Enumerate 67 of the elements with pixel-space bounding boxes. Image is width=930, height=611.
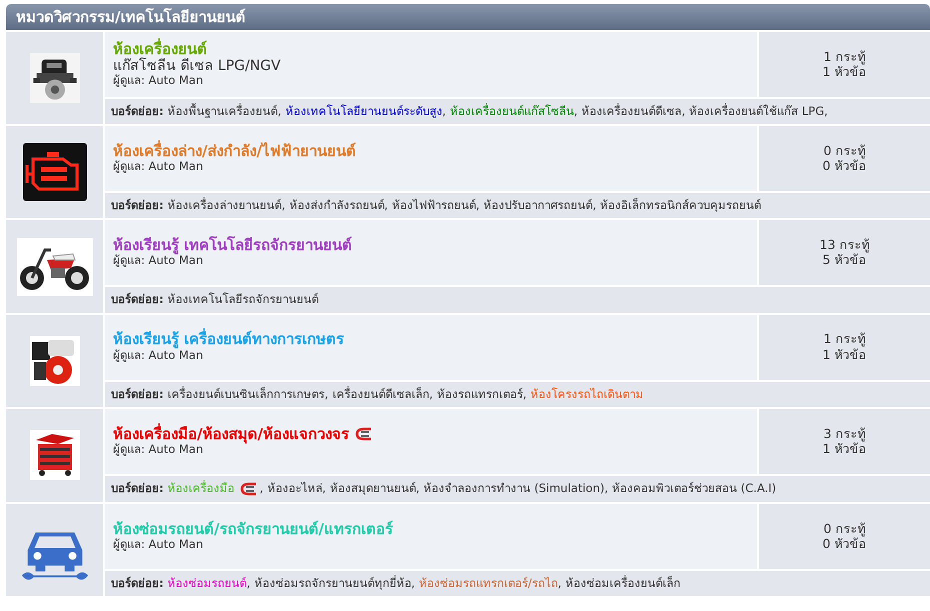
subforum-link[interactable]: ห้องเทคโนโลยีรถจักรยานยนต์ [168,293,319,307]
subforum-label: บอร์ดย่อย: [111,105,164,118]
category-header: หมวดวิศวกรรม/เทคโนโลยียานยนต์ [6,4,930,30]
forum-description: แก๊สโซลีน ดีเซล LPG/NGV [113,58,282,74]
comma: , [476,199,480,212]
topic-count: 0 หัวข้อ [822,536,866,552]
moderator-label: ผู้ดูแล: Auto Man [113,160,204,174]
topic-count: 1 หัวข้อ [822,348,866,362]
topic-count: 5 หัวข้อ [822,253,866,268]
post-count: 3 กระทู้ [824,426,866,441]
subforum-label: บอร์ดย่อย: [111,199,164,212]
subforum-link[interactable]: ห้องเทคโนโลยียานยนต์ระดับสูง [285,105,442,118]
post-count: 0 กระทู้ [824,144,866,158]
subforum-label: บอร์ดย่อย: [111,482,164,496]
comma: , [322,482,326,496]
topic-count: 1 หัวข้อ [822,65,866,80]
forum-title[interactable]: ห้องเครื่องมือ/ห้องสมุด/ห้องแจกวงจร [113,426,349,443]
subforum-link[interactable]: ห้องเครื่องล่างยานยนต์ [168,199,282,212]
subforum-link[interactable]: ห้องอะไหล่ [267,482,322,496]
topic-count: 0 หัวข้อ [822,159,866,174]
subforum-link[interactable]: ห้องซ่อมรถจักรยานยนต์ทุกยี่ห้อ [254,576,412,590]
comma: , [558,576,562,590]
comma: , [246,576,250,590]
comma: , [416,482,420,496]
subforum-link[interactable]: ห้องเครื่องยนต์แก๊สโซลีน [450,105,574,118]
forum-title[interactable]: ห้องเรียนรู้ เทคโนโลยีรถจักรยานยนต์ [113,237,352,254]
post-count: 13 กระทู้ [820,238,870,252]
subforum-link[interactable]: ห้องสมุดยานยนต์ [330,482,416,496]
clip-icon [354,427,373,442]
comma: , [574,105,578,118]
subforum-link[interactable]: ห้องเครื่องยนต์ใช้แก๊ส LPG, [689,105,828,118]
subforum-link[interactable]: ห้องไฟฟ้ารถยนต์ [392,199,476,212]
subforum-label: บอร์ดย่อย: [111,293,164,307]
comma: , [278,105,282,118]
topic-count: 1 หัวข้อ [822,442,866,456]
subforum-link[interactable]: ห้องส่งกำลังรถยนต์ [289,199,384,212]
moderator-label: ผู้ดูแล: Auto Man [113,348,204,362]
moderator-label: ผู้ดูแล: Auto Man [113,254,204,268]
comma: , [604,482,608,496]
comma: , [592,199,596,212]
comma: , [411,576,415,590]
comma: , [324,388,328,401]
moderator-label: ผู้ดูแล: Auto Man [113,538,204,552]
subforum-link[interactable]: ห้องเครื่องยนต์ดีเซล [582,105,682,118]
comma: , [282,199,286,212]
subforum-link[interactable]: ห้องปรับอากาศรถยนต์ [484,199,593,212]
post-count: 1 กระทู้ [824,332,866,347]
comma: , [260,482,264,496]
post-count: 0 กระทู้ [824,522,866,536]
comma: , [384,199,388,212]
subforum-link[interactable]: เครื่องยนต์ดีเซลเล็ก [332,388,430,401]
comma: , [442,105,446,118]
subforum-link[interactable]: ห้องอิเล็กทรอนิกส์ควบคุมรถยนต์ [600,199,762,212]
comma: , [682,105,686,118]
subforum-link[interactable]: ห้องรถแทรกเตอร์ [436,388,523,401]
moderator-label: ผู้ดูแล: Auto Man [113,74,204,88]
comma: , [522,388,527,401]
moderator-label: ผู้ดูแล: Auto Man [113,442,204,456]
subforum-label: บอร์ดย่อย: [111,388,164,401]
comma: , [429,388,433,401]
post-count: 1 กระทู้ [824,50,866,64]
subforum-link[interactable]: ห้องพื้นฐานเครื่องยนต์ [168,105,278,118]
subforum-link[interactable]: ห้องคอมพิวเตอร์ช่วยสอน (C.A.I) [612,482,776,496]
subforum-link[interactable]: ห้องซ่อมเครื่องยนต์เล็ก [565,576,680,590]
subforum-label: บอร์ดย่อย: [111,576,164,590]
subforum-link[interactable]: ห้องจำลองการทำงาน (Simulation) [424,482,604,496]
subforum-link[interactable]: เครื่องยนต์เบนซินเล็กการเกษตร [168,388,325,401]
